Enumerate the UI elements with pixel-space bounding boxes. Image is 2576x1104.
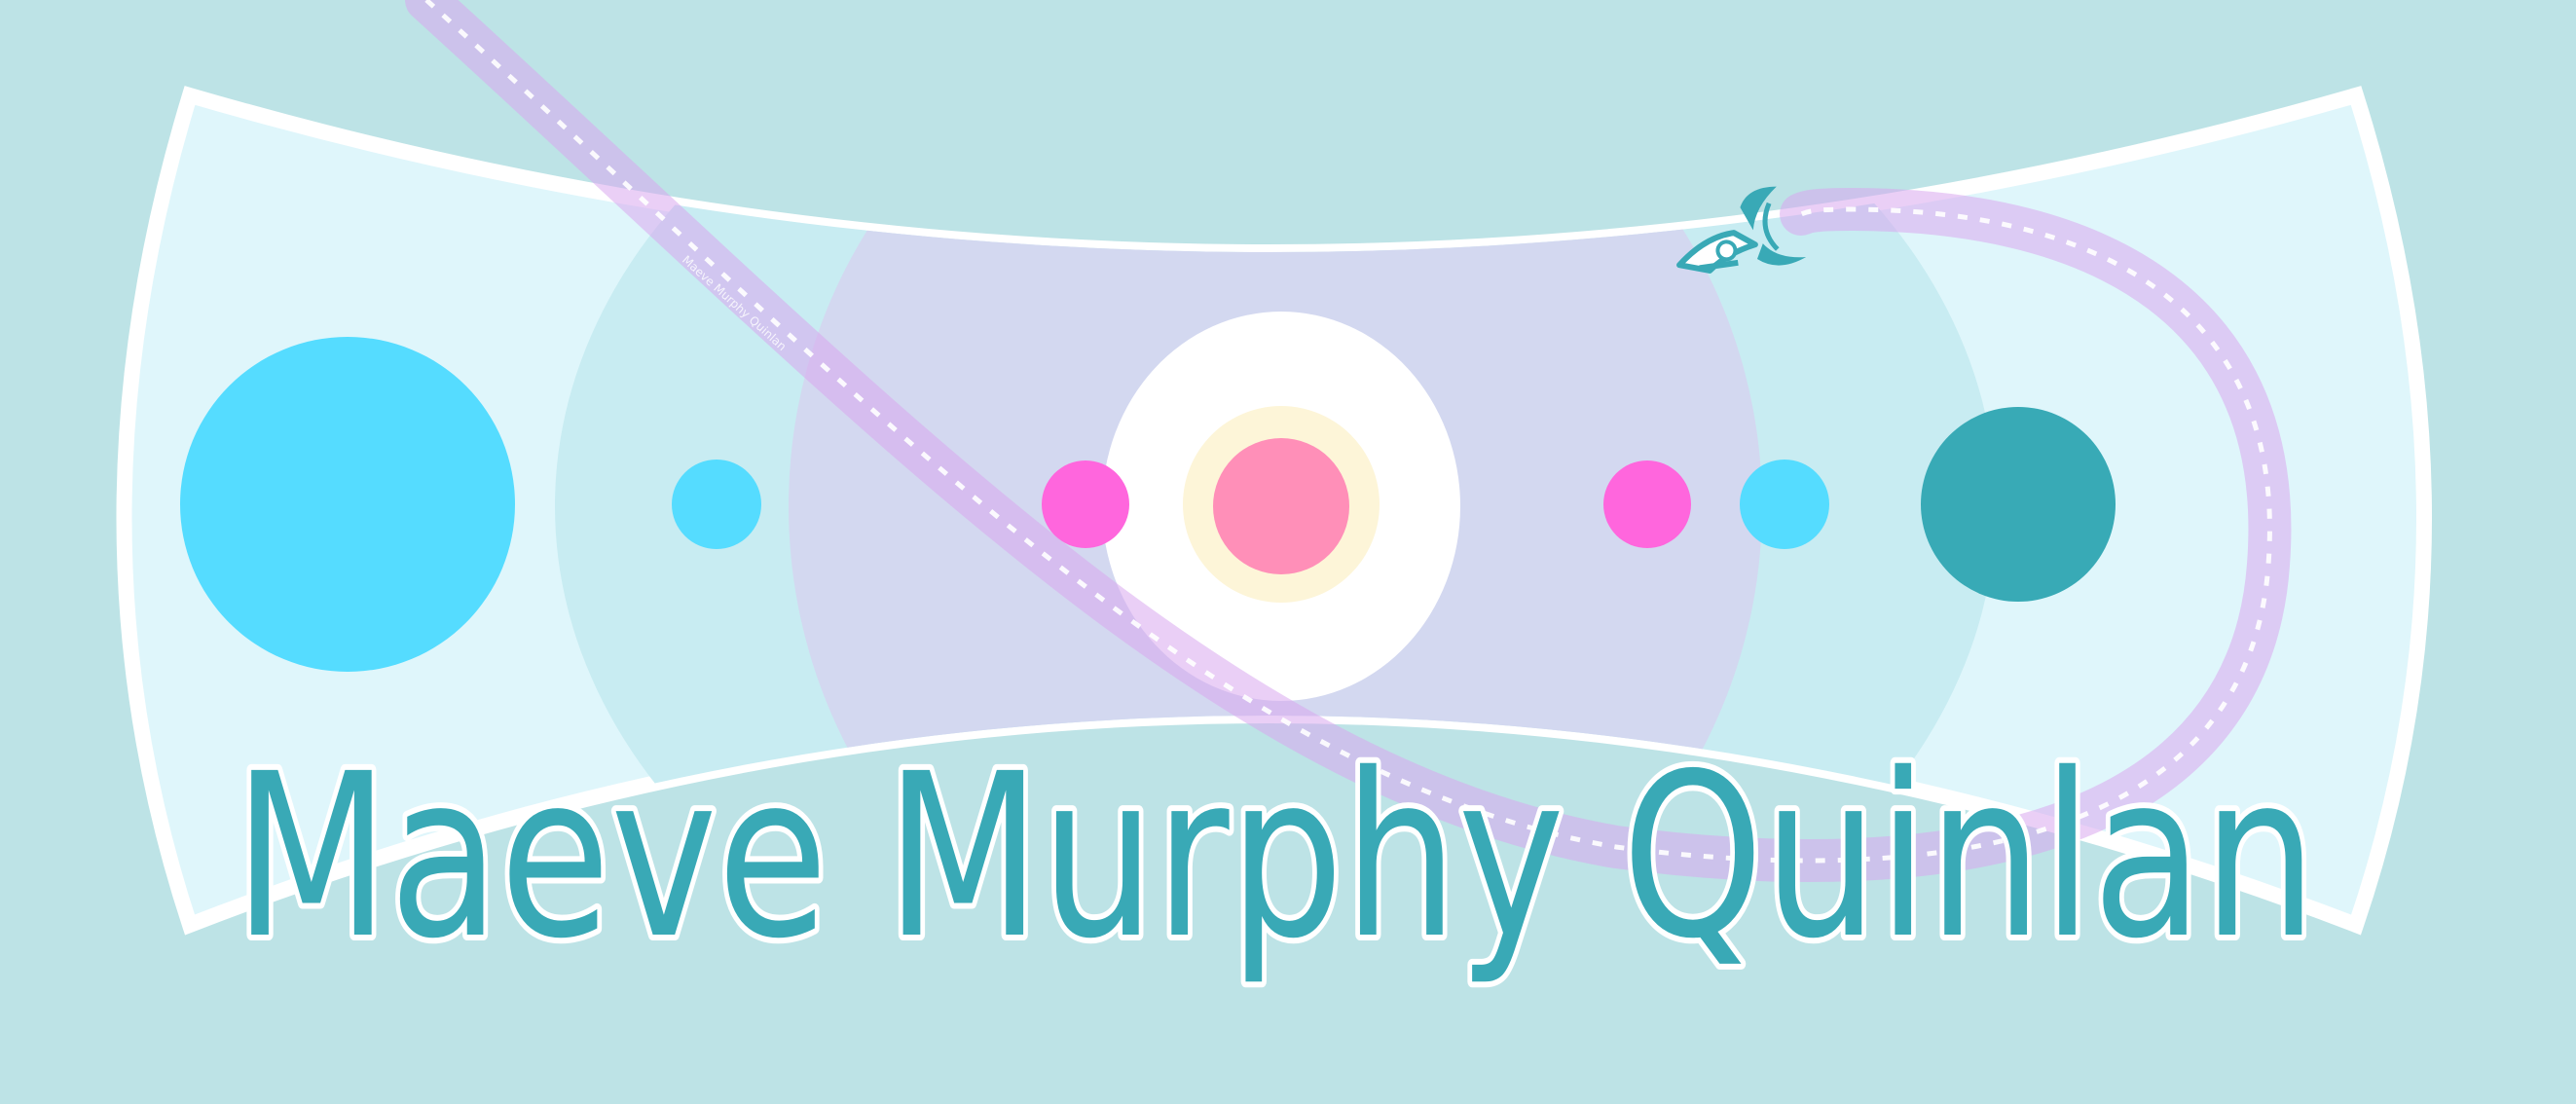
small-cyan-dot-right [1740, 460, 1829, 549]
banner-canvas: Maeve Murphy Quinlan Maeve Murphy Quinla… [0, 0, 2576, 1104]
large-teal-dot [1921, 407, 2116, 602]
center-pink-dot [1213, 438, 1349, 574]
banner-artwork: Maeve Murphy Quinlan Maeve Murphy Quinla… [0, 0, 2576, 1104]
large-cyan-dot [180, 337, 515, 672]
magenta-dot-left [1042, 460, 1129, 548]
small-cyan-dot-left [672, 460, 761, 549]
magenta-dot-right [1603, 460, 1691, 548]
banner-name: Maeve Murphy Quinlan [234, 725, 2317, 988]
